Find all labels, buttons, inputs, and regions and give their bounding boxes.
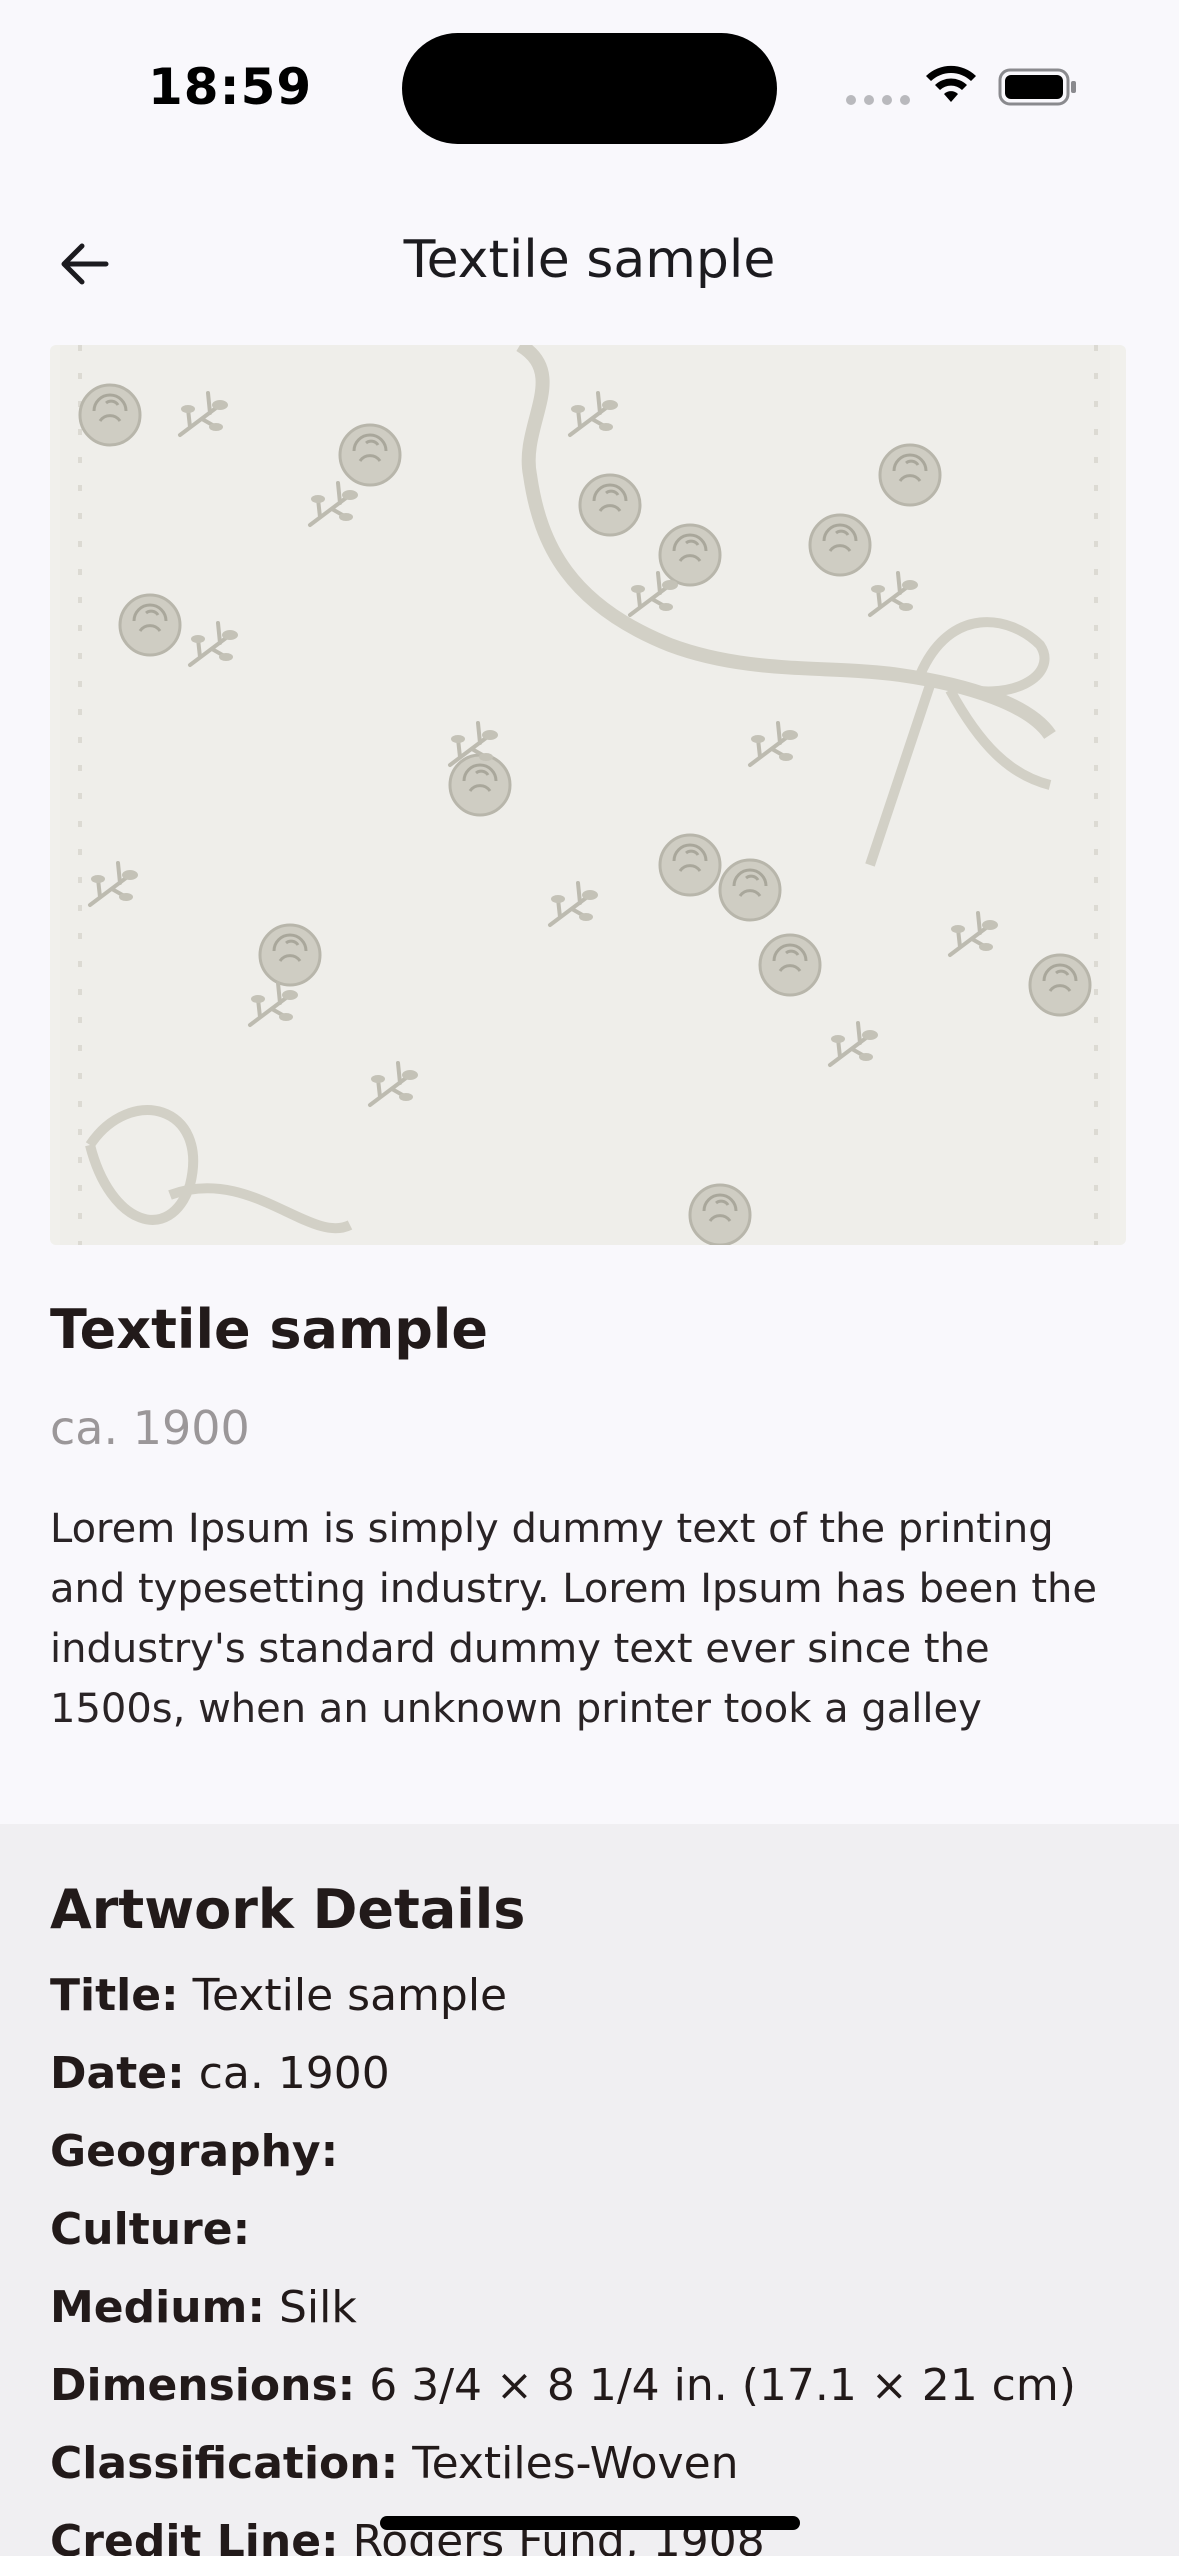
detail-row-dimensions: Dimensions: 6 3/4 × 8 1/4 in. (17.1 × 21…	[50, 2347, 1129, 2425]
object-date: ca. 1900	[50, 1401, 250, 1455]
detail-label: Date:	[50, 2048, 185, 2099]
object-description: Lorem Ipsum is simply dummy text of the …	[50, 1506, 1097, 1732]
details-heading: Artwork Details	[50, 1878, 526, 1941]
detail-row-title: Title: Textile sample	[50, 1957, 1129, 2035]
dynamic-island	[402, 33, 777, 144]
detail-row-culture: Culture:	[50, 2191, 1129, 2269]
detail-label: Dimensions:	[50, 2360, 356, 2411]
detail-row-geography: Geography:	[50, 2113, 1129, 2191]
detail-label: Medium:	[50, 2282, 265, 2333]
detail-row-medium: Medium: Silk	[50, 2269, 1129, 2347]
detail-value: Textile sample	[192, 1970, 508, 2021]
detail-label: Culture:	[50, 2204, 251, 2255]
object-title: Textile sample	[50, 1298, 489, 1361]
detail-label: Credit Line:	[50, 2516, 339, 2556]
cellular-signal-icon	[846, 95, 910, 105]
home-indicator[interactable]	[380, 2516, 800, 2530]
detail-row-classification: Classification: Textiles-Woven	[50, 2425, 1129, 2503]
artwork-details-panel: Artwork Details Title: Textile sample Da…	[0, 1824, 1179, 2556]
status-bar: 18:59	[0, 0, 1179, 175]
detail-label: Title:	[50, 1970, 179, 2021]
app-bar-title: Textile sample	[403, 230, 776, 290]
detail-value: Textiles-Woven	[412, 2438, 739, 2489]
battery-icon	[998, 68, 1076, 106]
detail-label: Geography:	[50, 2126, 339, 2177]
detail-label: Classification:	[50, 2438, 399, 2489]
detail-value: ca. 1900	[198, 2048, 390, 2099]
status-time: 18:59	[148, 58, 313, 116]
artwork-image	[50, 345, 1126, 1245]
wifi-icon	[926, 65, 976, 102]
screen: 18:59 Textile sample Textile sample ca. …	[0, 0, 1179, 2556]
app-bar: Textile sample	[0, 200, 1179, 324]
detail-row-date: Date: ca. 1900	[50, 2035, 1129, 2113]
detail-value: 6 3/4 × 8 1/4 in. (17.1 × 21 cm)	[369, 2360, 1076, 2411]
object-summary: Textile sample ca. 1900 Lorem Ipsum is s…	[50, 1290, 1129, 1739]
detail-value: Silk	[278, 2282, 357, 2333]
